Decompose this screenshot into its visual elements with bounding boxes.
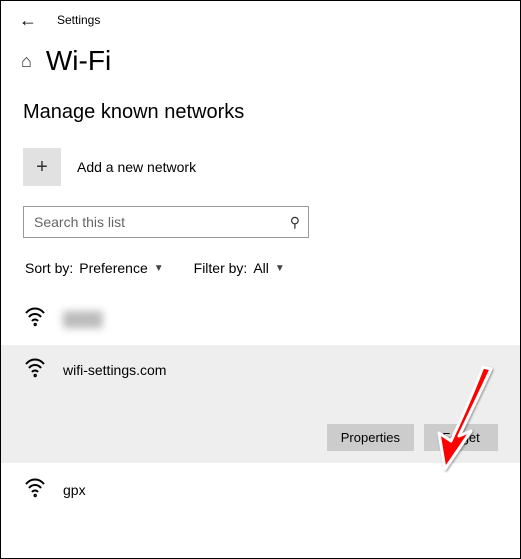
network-name: gpx <box>63 482 86 498</box>
network-item[interactable]: ████ <box>1 296 520 341</box>
chevron-down-icon: ▼ <box>154 263 164 274</box>
sort-value: Preference <box>79 260 147 276</box>
sort-by-dropdown[interactable]: Sort by: Preference ▼ <box>25 260 164 276</box>
search-input[interactable] <box>32 213 290 231</box>
home-icon[interactable]: ⌂ <box>21 51 32 72</box>
network-item[interactable]: gpx <box>1 467 520 512</box>
plus-icon: + <box>23 148 61 186</box>
search-icon[interactable]: ⚲ <box>290 214 300 231</box>
network-item-selected[interactable]: wifi-settings.com Properties Forget <box>1 345 520 463</box>
wifi-icon <box>23 304 47 333</box>
properties-button[interactable]: Properties <box>327 424 414 451</box>
add-network-label: Add a new network <box>77 159 196 175</box>
filter-value: All <box>253 260 269 276</box>
search-container: ⚲ <box>23 206 309 238</box>
wifi-icon <box>23 355 47 384</box>
settings-header-label: Settings <box>57 13 100 27</box>
add-new-network-button[interactable]: + Add a new network <box>1 142 520 206</box>
wifi-icon <box>23 475 47 504</box>
network-name-hidden: ████ <box>63 311 103 327</box>
forget-button[interactable]: Forget <box>424 424 498 451</box>
page-title: Wi-Fi <box>46 45 111 77</box>
sort-label: Sort by: <box>25 260 73 276</box>
network-name: wifi-settings.com <box>63 362 166 378</box>
chevron-down-icon: ▼ <box>275 263 285 274</box>
filter-by-dropdown[interactable]: Filter by: All ▼ <box>194 260 285 276</box>
filter-label: Filter by: <box>194 260 248 276</box>
section-heading: Manage known networks <box>1 87 520 142</box>
back-arrow-icon[interactable]: ← <box>19 11 37 29</box>
